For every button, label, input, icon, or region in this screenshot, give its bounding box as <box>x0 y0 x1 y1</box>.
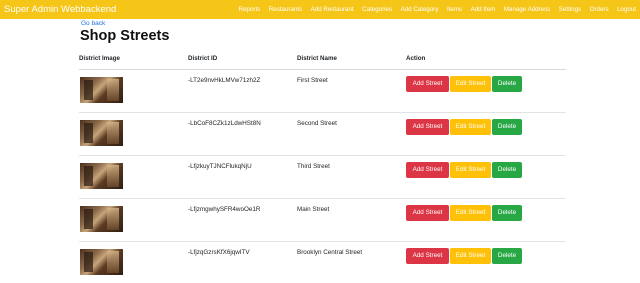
edit-street-button[interactable]: Edit Street <box>450 75 491 92</box>
table-row: -LT2e9nvHkLMVw71zh2Z First Street Add St… <box>79 69 566 112</box>
edit-street-button[interactable]: Edit Street <box>450 247 491 264</box>
district-name: Third Street <box>297 154 406 198</box>
district-image <box>80 205 123 232</box>
delete-button[interactable]: Delete <box>492 204 522 221</box>
nav-links: Reports Restaurants Add Restaurant Categ… <box>230 6 640 13</box>
edit-street-button[interactable]: Edit Street <box>450 204 491 221</box>
district-name: Main Street <box>297 197 406 241</box>
header-district-id: District ID <box>188 48 297 70</box>
header-district-image: District Image <box>79 48 188 70</box>
district-id: -LT2e9nvHkLMVw71zh2Z <box>188 76 261 84</box>
delete-button[interactable]: Delete <box>492 247 522 264</box>
nav-link-restaurants[interactable]: Restaurants <box>269 6 302 13</box>
page-title: Shop Streets <box>80 28 170 44</box>
nav-link-logout[interactable]: Logout <box>617 6 636 13</box>
edit-street-button[interactable]: Edit Street <box>450 161 491 178</box>
go-back-link[interactable]: Go back <box>81 20 566 27</box>
edit-street-button[interactable]: Edit Street <box>450 118 491 135</box>
delete-button[interactable]: Delete <box>492 118 522 135</box>
table-header-row: District Image District ID District Name… <box>79 48 566 70</box>
add-street-button[interactable]: Add Street <box>406 118 449 135</box>
add-street-button[interactable]: Add Street <box>406 247 449 264</box>
district-image <box>80 162 123 189</box>
nav-link-add-restaurant[interactable]: Add Restaurant <box>311 6 354 13</box>
district-id: -LfjzqGzrsKfX6jqwITV <box>188 240 297 283</box>
district-image <box>80 76 123 103</box>
district-image <box>80 248 123 275</box>
nav-link-add-item[interactable]: Add Item <box>471 6 496 13</box>
district-id: -LfjzkuyTJNCFlukqNjU <box>188 154 297 198</box>
streets-table: District Image District ID District Name… <box>79 48 566 283</box>
main-content: Go back Shop Streets District Image Dist… <box>79 19 566 283</box>
delete-button[interactable]: Delete <box>492 75 522 92</box>
delete-button[interactable]: Delete <box>492 161 522 178</box>
district-name: Brooklyn Central Street <box>297 240 406 283</box>
nav-link-categories[interactable]: Categories <box>362 6 392 13</box>
district-name: Second Street <box>297 111 406 155</box>
add-street-button[interactable]: Add Street <box>406 204 449 221</box>
table-row: -LfjzqGzrsKfX6jqwITV Brooklyn Central St… <box>79 240 566 283</box>
top-navbar: Super Admin Webbackend Reports Restauran… <box>0 0 640 19</box>
table-row: -LbCoF8CZk1zLdwHSt8N Second Street Add S… <box>79 111 566 155</box>
district-image <box>80 119 123 146</box>
district-id: -LfjzmgwhySFR4woOe1R <box>188 197 297 241</box>
nav-link-reports[interactable]: Reports <box>239 6 261 13</box>
header-action: Action <box>406 48 566 70</box>
header-district-name: District Name <box>297 48 406 70</box>
nav-link-add-category[interactable]: Add Category <box>401 6 439 13</box>
nav-link-orders[interactable]: Orders <box>590 6 609 13</box>
add-street-button[interactable]: Add Street <box>406 75 449 92</box>
nav-link-settings[interactable]: Settings <box>559 6 581 13</box>
nav-link-items[interactable]: Items <box>447 6 462 13</box>
nav-link-manage-address[interactable]: Manage Address <box>504 6 550 13</box>
table-row: -LfjzkuyTJNCFlukqNjU Third Street Add St… <box>79 154 566 198</box>
brand-title[interactable]: Super Admin Webbackend <box>0 4 116 15</box>
table-row: -LfjzmgwhySFR4woOe1R Main Street Add Str… <box>79 197 566 241</box>
district-name: First Street <box>297 76 328 84</box>
add-street-button[interactable]: Add Street <box>406 161 449 178</box>
district-id: -LbCoF8CZk1zLdwHSt8N <box>188 111 297 155</box>
